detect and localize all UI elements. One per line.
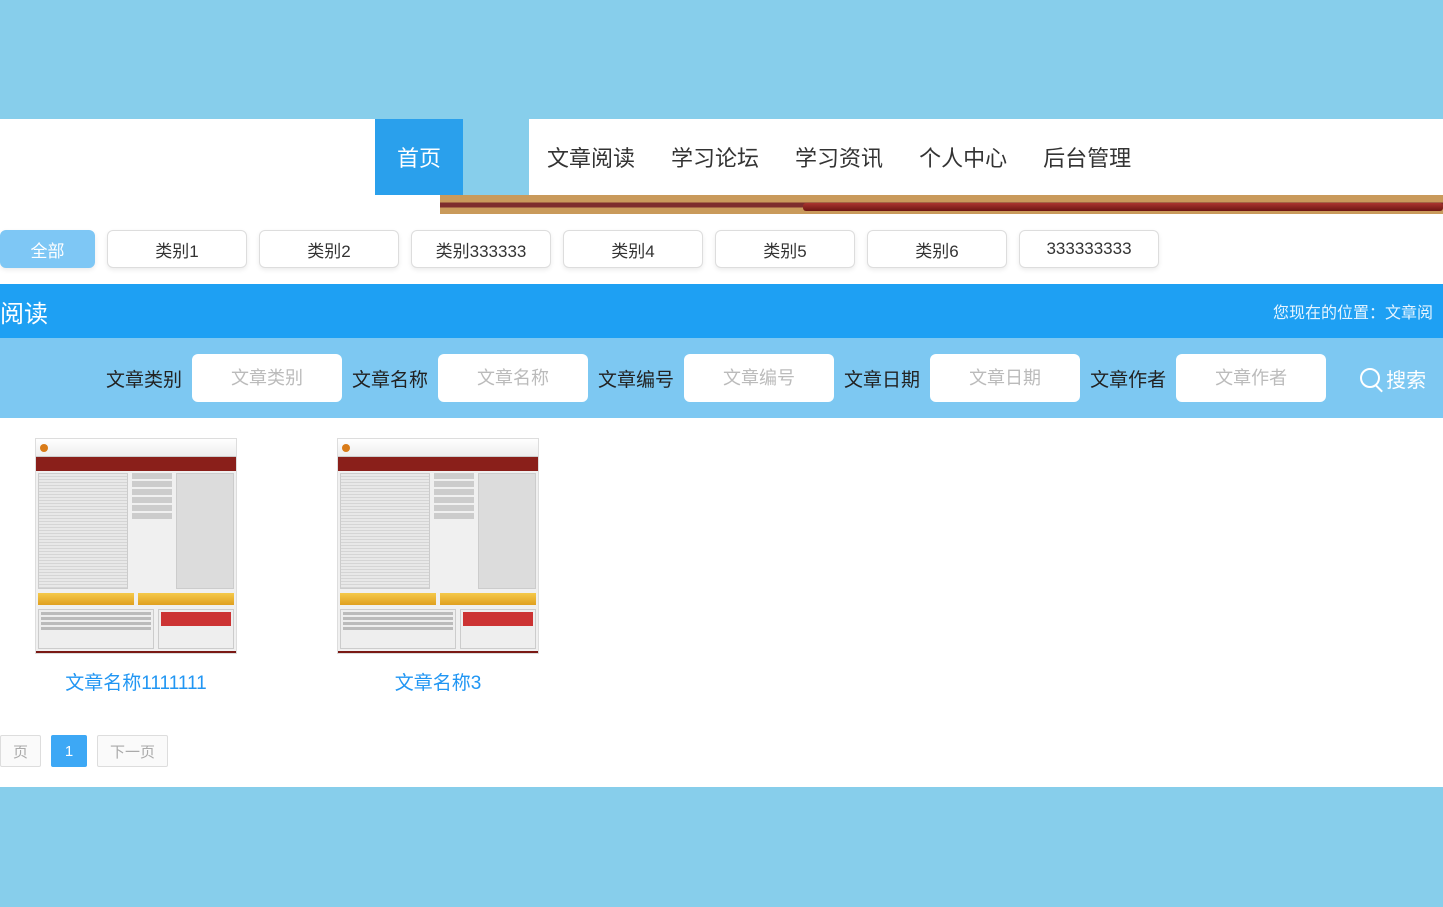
nav-admin[interactable]: 后台管理 xyxy=(1025,119,1149,195)
filter-number-label: 文章编号 xyxy=(598,365,674,392)
nav-spacer xyxy=(0,119,375,195)
filter-name-label: 文章名称 xyxy=(352,365,428,392)
pager-next-button: 下一页 xyxy=(97,735,168,767)
category-all[interactable]: 全部 xyxy=(0,230,95,268)
pager-page-1[interactable]: 1 xyxy=(51,735,87,767)
article-card[interactable]: 文章名称3 xyxy=(337,438,539,695)
filter-date-input[interactable] xyxy=(930,354,1080,402)
filter-date-label: 文章日期 xyxy=(844,365,920,392)
filter-category-input[interactable] xyxy=(192,354,342,402)
search-icon xyxy=(1360,368,1380,388)
nav-forum[interactable]: 学习论坛 xyxy=(653,119,777,195)
nav-article-read[interactable]: 文章阅读 xyxy=(529,119,653,195)
breadcrumb: 您现在的位置：文章阅 xyxy=(1273,299,1433,323)
filter-name-input[interactable] xyxy=(438,354,588,402)
article-card-title: 文章名称1111111 xyxy=(35,668,237,695)
nav-items: 文章阅读 学习论坛 学习资讯 个人中心 后台管理 xyxy=(529,119,1149,195)
filter-author-input[interactable] xyxy=(1176,354,1326,402)
page-title: 阅读 xyxy=(0,294,48,329)
category-item-2[interactable]: 类别2 xyxy=(259,230,399,268)
footer xyxy=(0,787,1443,907)
pagination: 页 1 下一页 xyxy=(0,715,1443,787)
category-bar: 全部 类别1 类别2 类别333333 类别4 类别5 类别6 33333333… xyxy=(0,214,1443,284)
article-card[interactable]: 文章名称1111111 xyxy=(35,438,237,695)
top-banner xyxy=(0,0,1443,119)
nav-rest xyxy=(1149,119,1443,195)
nav-gap xyxy=(463,119,529,195)
filter-bar: 文章类别 文章名称 文章编号 文章日期 文章作者 搜索 xyxy=(0,338,1443,418)
search-button[interactable]: 搜索 xyxy=(1360,364,1426,393)
article-card-title: 文章名称3 xyxy=(337,668,539,695)
main-nav: 首页 文章阅读 学习论坛 学习资讯 个人中心 后台管理 xyxy=(0,119,1443,195)
nav-home[interactable]: 首页 xyxy=(375,119,463,195)
filter-number-input[interactable] xyxy=(684,354,834,402)
filter-author-label: 文章作者 xyxy=(1090,365,1166,392)
category-item-1[interactable]: 类别1 xyxy=(107,230,247,268)
breadcrumb-prefix: 您现在的位置： xyxy=(1273,305,1385,322)
nav-profile[interactable]: 个人中心 xyxy=(901,119,1025,195)
breadcrumb-page[interactable]: 文章阅 xyxy=(1385,305,1433,322)
page-header: 阅读 您现在的位置：文章阅 xyxy=(0,284,1443,338)
search-button-label: 搜索 xyxy=(1386,364,1426,393)
pager-prev-button: 页 xyxy=(0,735,41,767)
filter-category-label: 文章类别 xyxy=(106,365,182,392)
category-item-6[interactable]: 类别6 xyxy=(867,230,1007,268)
article-thumbnail xyxy=(337,438,539,654)
category-item-7[interactable]: 333333333 xyxy=(1019,230,1159,268)
card-grid: 文章名称1111111 文章名称3 xyxy=(0,418,1443,715)
category-item-4[interactable]: 类别4 xyxy=(563,230,703,268)
banner-strip xyxy=(0,195,1443,214)
category-item-5[interactable]: 类别5 xyxy=(715,230,855,268)
article-thumbnail xyxy=(35,438,237,654)
category-item-3[interactable]: 类别333333 xyxy=(411,230,551,268)
nav-news[interactable]: 学习资讯 xyxy=(777,119,901,195)
